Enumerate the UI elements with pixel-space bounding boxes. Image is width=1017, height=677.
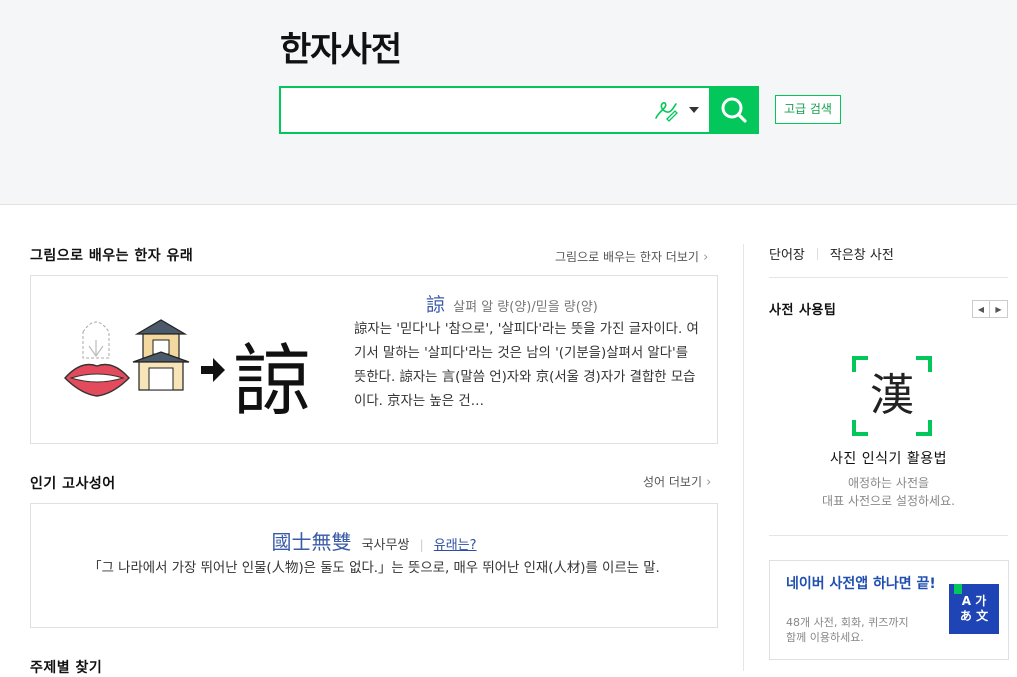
origin-glyph: 諒 <box>233 337 311 414</box>
dictionary-app-icon: A 가 あ 文 <box>949 584 999 634</box>
tip-hanja-glyph: 漢 <box>870 370 914 421</box>
sidebar-divider-line <box>769 277 1008 278</box>
idiom-hanja[interactable]: 國士無雙 <box>271 530 351 554</box>
search-icon <box>721 97 747 123</box>
app-icon-line1: A 가 <box>961 594 987 608</box>
tip-section-title: 사전 사용팁 <box>769 303 837 318</box>
idiom-section-title: 인기 고사성어 <box>30 476 116 492</box>
advanced-search-button[interactable]: 고급 검색 <box>775 95 841 124</box>
search-button[interactable] <box>709 86 759 134</box>
prev-arrow-icon[interactable]: ◀ <box>972 300 990 318</box>
app-desc-line1: 48개 사전, 회화, 퀴즈까지 <box>786 616 909 629</box>
handwriting-icon[interactable] <box>653 98 679 122</box>
sidebar-tabs: 단어장 작은창 사전 <box>769 244 894 263</box>
idiom-card: 國士無雙 국사무쌍 | 유래는? 「그 나라에서 가장 뛰어난 인물(人物)은 … <box>30 503 718 628</box>
dropdown-icon[interactable] <box>689 106 699 114</box>
search-header: 한자사전 고급 검색 <box>0 0 1017 205</box>
tip-pager: ◀ ▶ <box>972 300 1008 318</box>
tip-desc-line2: 대표 사전으로 설정하세요. <box>822 494 955 508</box>
app-promo-title: 네이버 사전앱 하나면 끝! <box>786 576 936 592</box>
origin-card[interactable]: 諒 諒 살펴 알 량(양)/믿을 량(양) 諒자는 '믿다'나 '참으로', '… <box>30 275 718 444</box>
idiom-reading: 국사무쌍 <box>361 538 410 553</box>
tip-desc-line1: 애정하는 사전을 <box>847 476 930 490</box>
app-desc-line2: 함께 이용하세요. <box>786 631 864 644</box>
theme-section-title: 주제별 찾기 <box>30 660 103 676</box>
dictionary-logo[interactable]: 한자사전 <box>280 22 402 71</box>
next-arrow-icon[interactable]: ▶ <box>990 300 1008 318</box>
origin-illustration: 諒 <box>64 319 311 414</box>
idiom-meaning: 「그 나라에서 가장 뛰어난 인물(人物)은 둘도 없다.」는 뜻으로, 매우 … <box>88 561 660 576</box>
search-box <box>279 86 759 134</box>
origin-section-title: 그림으로 배우는 한자 유래 <box>30 248 194 264</box>
bookmark-icon <box>954 584 962 594</box>
tab-wordbook[interactable]: 단어장 <box>769 248 805 263</box>
idiom-separator: | <box>419 538 424 552</box>
app-promo-banner[interactable]: 네이버 사전앱 하나면 끝! 48개 사전, 회화, 퀴즈까지 함께 이용하세요… <box>769 560 1009 660</box>
idiom-more-link[interactable]: 성어 더보기 <box>643 473 711 490</box>
idiom-heading: 國士無雙 국사무쌍 | 유래는? <box>31 526 717 555</box>
tip-title[interactable]: 사진 인식기 활용법 <box>769 448 1008 468</box>
tab-mini-dictionary[interactable]: 작은창 사전 <box>830 248 894 263</box>
origin-description: 諒자는 '믿다'나 '참으로', '살피다'라는 뜻을 가진 글자이다. 여기서… <box>354 322 699 409</box>
sidebar-divider <box>743 244 744 671</box>
idiom-origin-link[interactable]: 유래는? <box>434 538 477 553</box>
app-promo-description: 48개 사전, 회화, 퀴즈까지 함께 이용하세요. <box>786 615 946 645</box>
origin-more-link[interactable]: 그림으로 배우는 한자 더보기 <box>555 248 708 265</box>
search-input[interactable] <box>281 88 643 132</box>
tab-separator <box>816 248 818 260</box>
sidebar-divider-line <box>769 535 1008 536</box>
origin-reading: 살펴 알 량(양)/믿을 량(양) <box>453 300 598 315</box>
origin-heading: 諒 살펴 알 량(양)/믿을 량(양) <box>426 290 716 317</box>
app-icon-line2: あ 文 <box>959 609 989 623</box>
origin-hanja[interactable]: 諒 <box>426 294 445 316</box>
tip-description: 애정하는 사전을 대표 사전으로 설정하세요. <box>769 474 1008 510</box>
